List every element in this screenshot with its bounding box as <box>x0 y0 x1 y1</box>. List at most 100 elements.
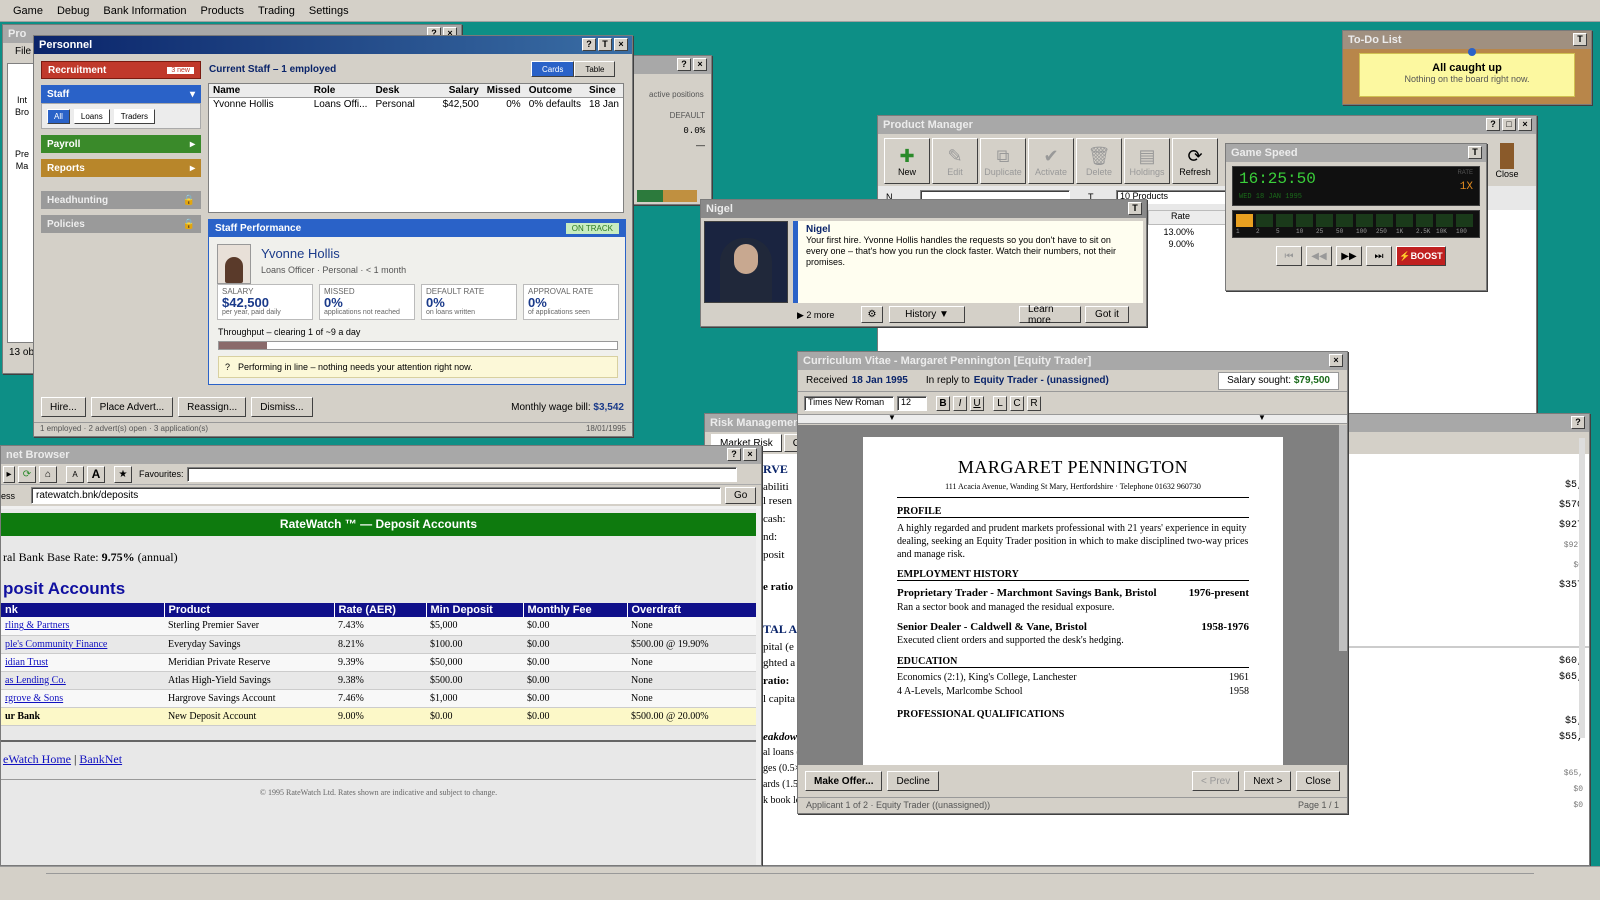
filter-all[interactable]: All <box>47 108 70 124</box>
font-smaller-icon[interactable]: A <box>66 465 84 483</box>
reassign-button[interactable]: Reassign... <box>178 397 247 417</box>
speed-cell[interactable] <box>1416 214 1433 227</box>
menu-game[interactable]: Game <box>6 5 50 17</box>
nav-payroll[interactable]: Payroll ▸ <box>41 135 201 153</box>
bank-link[interactable]: idian Trust <box>5 657 48 668</box>
bank-link[interactable]: as Lending Co. <box>5 675 66 686</box>
boost-button[interactable]: ⚡BOOST <box>1396 246 1446 266</box>
menu-products[interactable]: Products <box>194 5 251 17</box>
speed-cell[interactable] <box>1376 214 1393 227</box>
indent-marker-icon[interactable]: ▼ <box>1258 413 1266 422</box>
history-button[interactable]: History ▼ <box>889 306 965 323</box>
view-table-button[interactable]: Table <box>574 61 616 77</box>
list-item[interactable]: Int <box>8 94 36 106</box>
speed-cell[interactable] <box>1316 214 1333 227</box>
speed-cell[interactable] <box>1256 214 1273 227</box>
close-button[interactable]: × <box>614 38 628 51</box>
cv-window[interactable]: Curriculum Vitae - Margaret Pennington [… <box>797 351 1348 814</box>
decline-button[interactable]: Decline <box>887 771 939 791</box>
personnel-window[interactable]: Personnel ? T × Recruitment 3 new Staff ▾ A… <box>33 35 633 437</box>
list-item[interactable]: Ma <box>8 160 36 172</box>
reload-icon[interactable]: ⟳ <box>18 465 36 483</box>
pin-button[interactable]: T <box>1128 202 1142 215</box>
menu-settings[interactable]: Settings <box>302 5 356 17</box>
close-button[interactable]: × <box>1518 118 1532 131</box>
table-row[interactable]: Yvonne Hollis Loans Offi... Personal $42,50… <box>209 98 623 112</box>
filter-loans[interactable]: Loans <box>73 108 110 124</box>
maximize-button[interactable]: □ <box>1502 118 1516 131</box>
pin-button[interactable]: T <box>1468 146 1482 159</box>
skip-forward-icon[interactable]: ⏭ <box>1366 246 1392 266</box>
pin-button[interactable]: T <box>598 38 612 51</box>
column-header[interactable]: Role <box>310 84 372 98</box>
indent-marker-icon[interactable]: ▼ <box>888 413 896 422</box>
help-button[interactable]: ? <box>677 58 691 71</box>
place-advert-button[interactable]: Place Advert... <box>90 397 174 417</box>
column-header[interactable]: Outcome <box>525 84 585 98</box>
star-icon[interactable]: ★ <box>114 465 132 483</box>
game-speed-titlebar[interactable]: Game Speed T <box>1226 144 1486 162</box>
speed-cell[interactable] <box>1436 214 1453 227</box>
help-button[interactable]: ? <box>727 448 741 461</box>
column-header-rate[interactable]: Rate <box>1148 210 1226 225</box>
align-left-button[interactable]: L <box>993 395 1007 411</box>
column-header[interactable]: Since <box>585 84 623 98</box>
go-button[interactable]: Go <box>725 487 757 504</box>
nav-staff[interactable]: Staff ▾ <box>41 85 201 103</box>
holdings-button[interactable]: ▤ Holdings <box>1124 138 1170 184</box>
align-right-button[interactable]: R <box>1027 395 1041 411</box>
align-center-button[interactable]: C <box>1010 395 1024 411</box>
advisor-titlebar[interactable]: Nigel T <box>701 200 1146 218</box>
speed-cell[interactable] <box>1456 214 1473 227</box>
browser-titlebar[interactable]: net Browser? × <box>1 446 761 464</box>
speed-selector[interactable]: 1 2 5 10 25 50 100 250 1K 2.5K 10K 100 <box>1232 210 1480 238</box>
advisor-window[interactable]: Nigel T Nigel Your first hire. Yvonne Hol… <box>700 199 1147 327</box>
game-speed-window[interactable]: Game Speed T 16:25:50 WED 18 JAN 1995 RAT… <box>1225 143 1487 291</box>
bank-link[interactable]: rling & Partners <box>5 620 69 631</box>
product-close-button[interactable]: Close <box>1486 138 1528 184</box>
cv-close-button[interactable]: Close <box>1296 771 1340 791</box>
personnel-titlebar[interactable]: Personnel ? T × <box>34 36 632 54</box>
fast-forward-icon[interactable]: ▶▶ <box>1336 246 1362 266</box>
product-manager-titlebar[interactable]: Product Manager ? □ × <box>878 116 1536 134</box>
speed-cell[interactable] <box>1396 214 1413 227</box>
bank-link[interactable]: ple's Community Finance <box>5 639 107 650</box>
learn-more-button[interactable]: Learn more <box>1019 304 1081 326</box>
italic-button[interactable]: I <box>953 395 967 411</box>
todo-window[interactable]: To-Do List T All caught up Nothing on the… <box>1342 30 1592 105</box>
banknet-link[interactable]: BankNet <box>79 752 122 766</box>
todo-titlebar[interactable]: To-Do List T <box>1343 31 1591 49</box>
browser-window[interactable]: net Browser? × ▸ ⟳ ⌂ A A ★ Favourites: es… <box>0 445 762 866</box>
edit-product-button[interactable]: ✎ Edit <box>932 138 978 184</box>
menu-bank-information[interactable]: Bank Information <box>96 5 193 17</box>
font-larger-icon[interactable]: A <box>87 465 105 483</box>
duplicate-product-button[interactable]: ⧉ Duplicate <box>980 138 1026 184</box>
speed-cell[interactable] <box>1356 214 1373 227</box>
speed-cell[interactable] <box>1336 214 1353 227</box>
home-icon[interactable]: ⌂ <box>39 465 57 483</box>
speed-cell[interactable] <box>1296 214 1313 227</box>
cv-titlebar[interactable]: Curriculum Vitae - Margaret Pennington [… <box>798 352 1347 370</box>
document-scrollbar[interactable] <box>1339 425 1347 651</box>
nav-reports[interactable]: Reports ▸ <box>41 159 201 177</box>
column-header[interactable]: Missed <box>483 84 525 98</box>
ratewatch-home-link[interactable]: eWatch Home <box>3 752 71 766</box>
column-header[interactable]: Salary <box>437 84 483 98</box>
rewind-icon[interactable]: ◀◀ <box>1306 246 1332 266</box>
refresh-button[interactable]: ⟳ Refresh <box>1172 138 1218 184</box>
make-offer-button[interactable]: Make Offer... <box>805 771 883 791</box>
next-button[interactable]: Next > <box>1244 771 1292 791</box>
close-button[interactable]: × <box>693 58 707 71</box>
speed-cell[interactable] <box>1236 214 1253 227</box>
list-item[interactable]: Bro <box>8 106 36 118</box>
pin-button[interactable]: T <box>1573 33 1587 46</box>
hire-button[interactable]: Hire... <box>41 397 86 417</box>
menu-debug[interactable]: Debug <box>50 5 96 17</box>
column-header[interactable]: Name <box>209 84 310 98</box>
favourites-select[interactable] <box>186 466 737 482</box>
nav-recruitment[interactable]: Recruitment 3 new <box>41 61 201 79</box>
got-it-button[interactable]: Got it <box>1085 306 1129 323</box>
activate-product-button[interactable]: ✔ Activate <box>1028 138 1074 184</box>
close-button[interactable]: × <box>1329 354 1343 367</box>
forward-icon[interactable]: ▸ <box>3 465 15 483</box>
